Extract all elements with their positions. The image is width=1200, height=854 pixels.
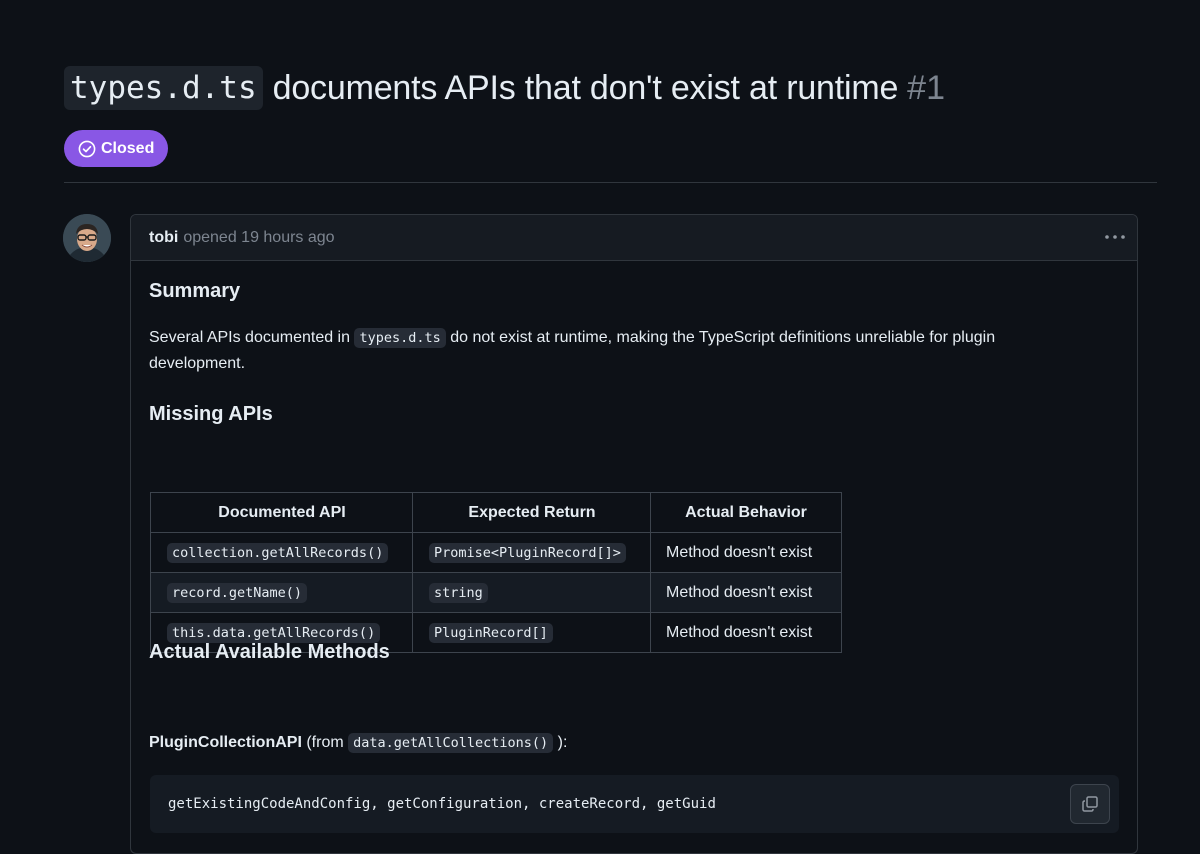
table-cell: record.getName() (150, 572, 413, 613)
table-cell: Promise<PluginRecord[]> (412, 532, 651, 573)
comment-header: tobi opened 19 hours ago (131, 215, 1137, 261)
table-row: record.getName() string Method doesn't e… (150, 572, 842, 613)
table-header: Actual Behavior (650, 492, 842, 533)
collection-api-close: ): (557, 734, 568, 751)
api-code: record.getName() (167, 582, 308, 603)
collection-api-line: PluginCollectionAPI (from data.getAllCol… (149, 730, 1089, 756)
summary-heading: Summary (149, 280, 241, 302)
table-header-row: Documented API Expected Return Actual Be… (150, 492, 842, 533)
title-divider (64, 182, 1157, 183)
table-cell: collection.getAllRecords() (150, 532, 413, 573)
copy-button[interactable] (1070, 784, 1110, 824)
missing-apis-table: Documented API Expected Return Actual Be… (150, 492, 842, 653)
avatar[interactable] (63, 214, 111, 262)
code-block-text: getExistingCodeAndConfig, getConfigurati… (168, 796, 716, 812)
copy-icon (1081, 795, 1099, 813)
collection-api-from: (from (306, 734, 344, 751)
table-header: Documented API (150, 492, 413, 533)
comment-timestamp: opened 19 hours ago (183, 228, 335, 246)
api-code: this.data.getAllRecords() (167, 622, 381, 643)
table-header: Expected Return (412, 492, 651, 533)
table-cell: string (412, 572, 651, 613)
return-code: Promise<PluginRecord[]> (429, 542, 626, 563)
title-code: types.d.ts (64, 66, 263, 110)
available-methods-heading: Actual Available Methods (149, 641, 390, 663)
summary-inline-code: types.d.ts (354, 328, 446, 348)
return-code: PluginRecord[] (429, 622, 553, 643)
missing-apis-heading: Missing APIs (149, 403, 273, 425)
table-cell: PluginRecord[] (412, 612, 651, 653)
summary-text-pre: Several APIs documented in (149, 329, 351, 346)
table-cell: Method doesn't exist (650, 532, 842, 573)
state-label: Closed (101, 139, 155, 157)
check-circle-icon (78, 140, 96, 158)
summary-paragraph: Several APIs documented in types.d.ts do… (149, 325, 1089, 376)
return-code: string (429, 582, 488, 603)
collection-api-code: data.getAllCollections() (348, 733, 554, 753)
table-row: collection.getAllRecords() Promise<Plugi… (150, 532, 842, 573)
issue-number: #1 (907, 68, 945, 107)
table-cell: Method doesn't exist (650, 612, 842, 653)
issue-title: types.d.ts documents APIs that don't exi… (64, 66, 945, 110)
title-text: documents APIs that don't exist at runti… (272, 68, 899, 107)
comment-box: tobi opened 19 hours ago Summary Several… (130, 214, 1138, 854)
collection-api-label: PluginCollectionAPI (149, 734, 302, 751)
api-code: collection.getAllRecords() (167, 542, 389, 563)
kebab-horizontal-icon[interactable] (1103, 227, 1127, 247)
comment-author[interactable]: tobi (149, 229, 178, 247)
state-badge: Closed (64, 130, 169, 167)
table-cell: Method doesn't exist (650, 572, 842, 613)
code-block: getExistingCodeAndConfig, getConfigurati… (150, 775, 1119, 833)
